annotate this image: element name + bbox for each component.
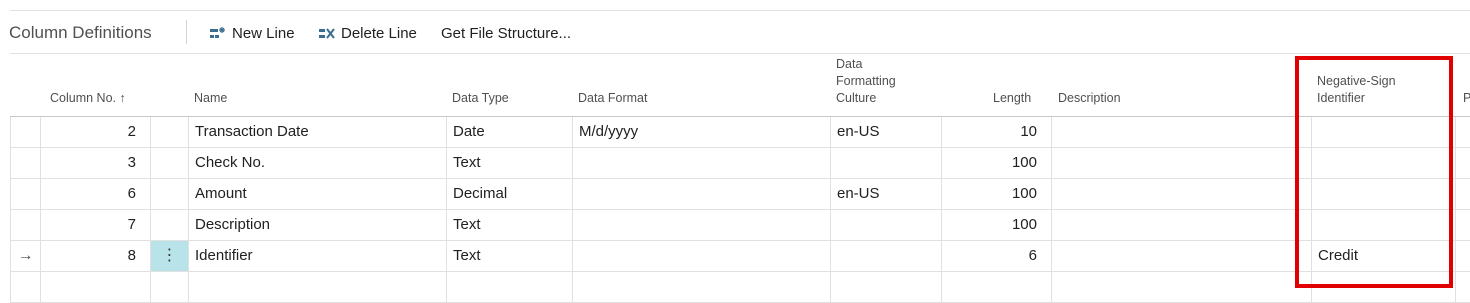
description-cell[interactable]: [1051, 117, 1311, 147]
header-truncated-column[interactable]: P: [1463, 90, 1470, 107]
column-no-cell[interactable]: 6: [40, 179, 150, 209]
column-no-cell[interactable]: 7: [40, 210, 150, 240]
culture-cell[interactable]: en-US: [830, 179, 941, 209]
toolbar-separator: [186, 20, 187, 44]
get-file-structure-label: Get File Structure...: [441, 25, 572, 42]
row-menu-cell[interactable]: [150, 117, 188, 147]
description-cell[interactable]: [1051, 148, 1311, 178]
header-data-formatting-culture[interactable]: Data Formatting Culture: [836, 56, 896, 107]
name-cell[interactable]: Transaction Date: [188, 117, 446, 147]
truncated-cell[interactable]: [1455, 272, 1470, 302]
action-bar: Column Definitions New Line Delete Line …: [0, 11, 1470, 53]
description-cell[interactable]: [1051, 210, 1311, 240]
column-definitions-grid: Column No. ↑ Name Data Type Data Format …: [10, 54, 1470, 303]
delete-line-label: Delete Line: [341, 25, 417, 42]
row-menu-cell[interactable]: [150, 148, 188, 178]
description-cell[interactable]: [1051, 272, 1311, 302]
truncated-cell[interactable]: [1455, 179, 1470, 209]
name-cell[interactable]: Description: [188, 210, 446, 240]
truncated-cell[interactable]: [1455, 148, 1470, 178]
length-cell[interactable]: 10: [941, 117, 1051, 147]
column-no-cell[interactable]: 2: [40, 117, 150, 147]
header-column-no[interactable]: Column No. ↑: [50, 90, 126, 107]
data-type-cell[interactable]: Decimal: [446, 179, 572, 209]
get-file-structure-button[interactable]: Get File Structure...: [441, 25, 571, 42]
grid-header: Column No. ↑ Name Data Type Data Format …: [10, 54, 1470, 117]
header-description[interactable]: Description: [1058, 90, 1121, 107]
data-format-cell[interactable]: [572, 148, 830, 178]
new-line-icon: [209, 26, 227, 42]
data-type-cell[interactable]: [446, 272, 572, 302]
row-actions-menu-icon[interactable]: ⋮: [150, 241, 188, 271]
negative-sign-cell[interactable]: [1311, 179, 1455, 209]
name-cell[interactable]: Check No.: [188, 148, 446, 178]
row-menu-cell[interactable]: [150, 210, 188, 240]
row-indicator-cell[interactable]: [10, 117, 40, 147]
table-row[interactable]: 2 Transaction Date Date M/d/yyyy en-US 1…: [10, 117, 1470, 148]
name-cell[interactable]: [188, 272, 446, 302]
length-cell[interactable]: 100: [941, 210, 1051, 240]
truncated-cell[interactable]: [1455, 117, 1470, 147]
part-title: Column Definitions: [9, 23, 152, 42]
length-cell[interactable]: 6: [941, 241, 1051, 271]
data-type-cell[interactable]: Date: [446, 117, 572, 147]
table-row[interactable]: 7 Description Text 100: [10, 210, 1470, 241]
name-cell[interactable]: Amount: [188, 179, 446, 209]
name-cell[interactable]: Identifier: [188, 241, 446, 271]
data-type-cell[interactable]: Text: [446, 148, 572, 178]
row-indicator-cell[interactable]: [10, 210, 40, 240]
column-no-cell[interactable]: 8: [40, 241, 150, 271]
data-format-cell[interactable]: [572, 241, 830, 271]
length-cell[interactable]: 100: [941, 179, 1051, 209]
length-cell[interactable]: 100: [941, 148, 1051, 178]
length-cell[interactable]: [941, 272, 1051, 302]
data-format-cell[interactable]: M/d/yyyy: [572, 117, 830, 147]
description-cell[interactable]: [1051, 179, 1311, 209]
truncated-cell[interactable]: [1455, 210, 1470, 240]
current-row-arrow-icon: →: [10, 241, 40, 271]
header-length[interactable]: Length: [993, 90, 1031, 107]
negative-sign-cell[interactable]: Credit: [1311, 241, 1455, 271]
table-row-selected[interactable]: → 8 ⋮ Identifier Text 6 Credit: [10, 241, 1470, 272]
data-format-cell[interactable]: [572, 179, 830, 209]
negative-sign-cell[interactable]: [1311, 117, 1455, 147]
truncated-cell[interactable]: [1455, 241, 1470, 271]
culture-cell[interactable]: en-US: [830, 117, 941, 147]
header-negative-sign-identifier[interactable]: Negative-Sign Identifier: [1317, 73, 1396, 107]
column-no-cell[interactable]: [40, 272, 150, 302]
data-type-cell[interactable]: Text: [446, 241, 572, 271]
header-data-type[interactable]: Data Type: [452, 90, 509, 107]
description-cell[interactable]: [1051, 241, 1311, 271]
sort-ascending-icon: ↑: [119, 91, 126, 105]
row-menu-cell[interactable]: [150, 272, 188, 302]
new-line-button[interactable]: New Line: [209, 25, 295, 42]
culture-cell[interactable]: [830, 148, 941, 178]
header-name[interactable]: Name: [194, 90, 227, 107]
negative-sign-cell[interactable]: [1311, 148, 1455, 178]
culture-cell[interactable]: [830, 241, 941, 271]
column-no-cell[interactable]: 3: [40, 148, 150, 178]
data-type-cell[interactable]: Text: [446, 210, 572, 240]
data-format-cell[interactable]: [572, 272, 830, 302]
table-row-empty[interactable]: [10, 272, 1470, 303]
row-indicator-cell[interactable]: [10, 179, 40, 209]
culture-cell[interactable]: [830, 210, 941, 240]
header-data-format[interactable]: Data Format: [578, 90, 647, 107]
row-menu-cell[interactable]: [150, 179, 188, 209]
row-indicator-cell[interactable]: [10, 148, 40, 178]
table-row[interactable]: 6 Amount Decimal en-US 100: [10, 179, 1470, 210]
delete-line-button[interactable]: Delete Line: [318, 25, 417, 42]
new-line-label: New Line: [232, 25, 295, 42]
negative-sign-cell[interactable]: [1311, 210, 1455, 240]
culture-cell[interactable]: [830, 272, 941, 302]
row-indicator-cell[interactable]: [10, 272, 40, 302]
grid-rows: 2 Transaction Date Date M/d/yyyy en-US 1…: [10, 117, 1470, 303]
table-row[interactable]: 3 Check No. Text 100: [10, 148, 1470, 179]
delete-line-icon: [318, 26, 336, 42]
negative-sign-cell[interactable]: [1311, 272, 1455, 302]
data-format-cell[interactable]: [572, 210, 830, 240]
